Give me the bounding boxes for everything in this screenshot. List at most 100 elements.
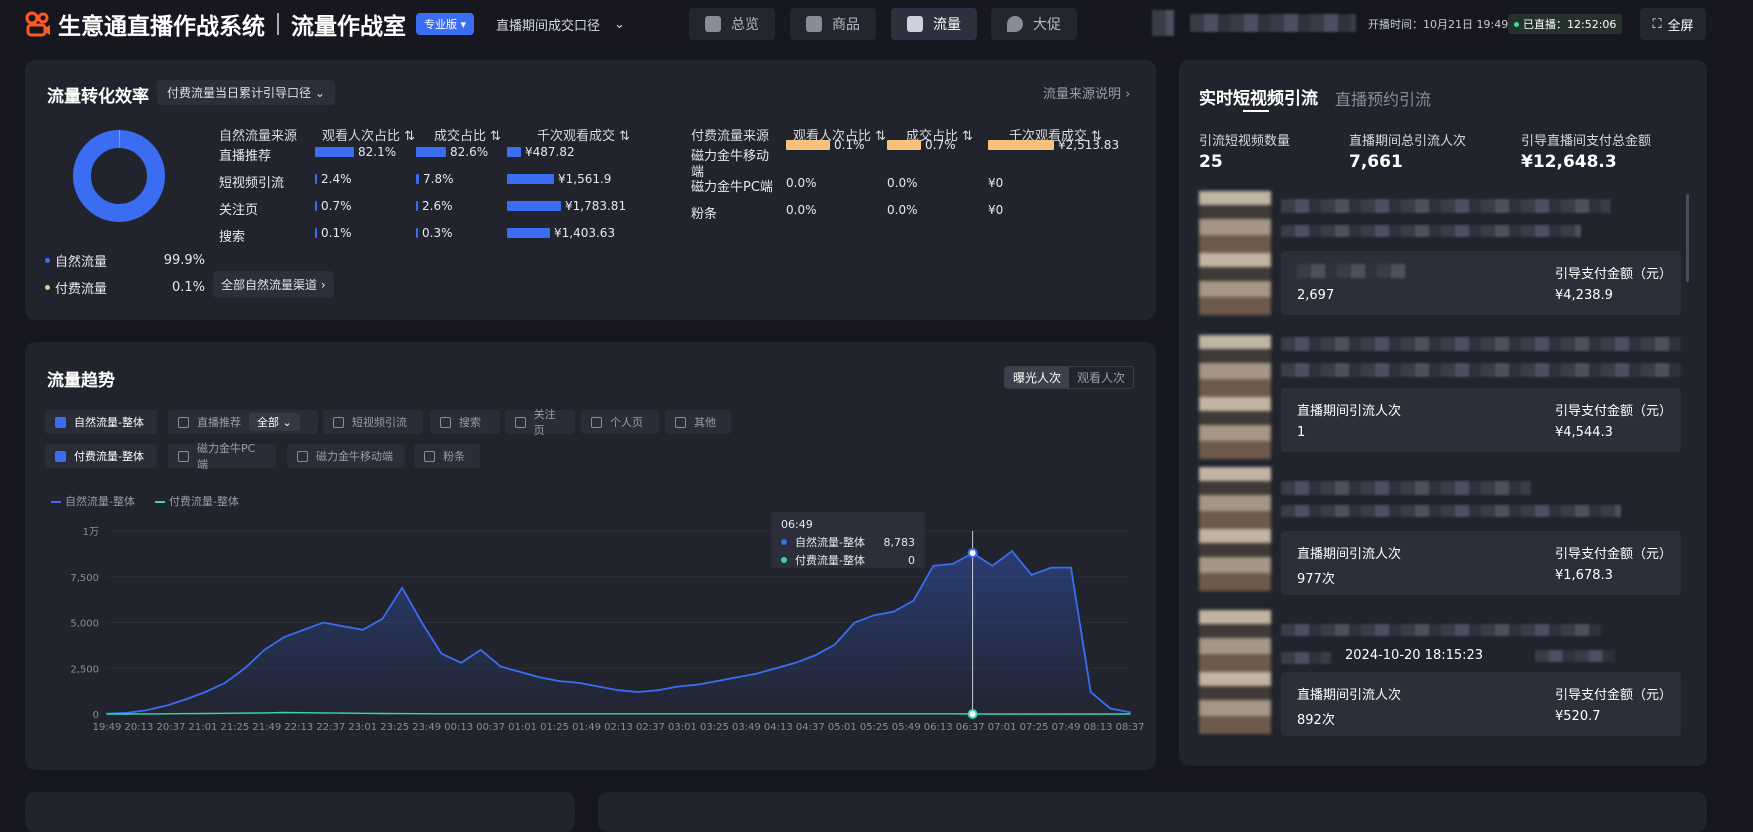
all-natural-channels-button[interactable]: 全部自然流量渠道 › bbox=[213, 271, 334, 298]
natural-col-source: 自然流量来源 bbox=[219, 129, 298, 144]
fire-icon bbox=[1007, 16, 1023, 32]
paid-data-point bbox=[106, 713, 108, 715]
tooltip-series: 自然流量-整体 bbox=[795, 536, 865, 549]
video-card-3[interactable]: 直播期间引流人次 977次 引导支付金额（元） ¥1,678.3 bbox=[1199, 467, 1683, 595]
bottom-panel-left bbox=[25, 792, 575, 832]
tab-products[interactable]: 商品 bbox=[790, 8, 876, 40]
kuaishou-logo-icon bbox=[25, 11, 50, 37]
brand: 生意通直播作战系统 流量作战室 专业版 ▾ 直播期间成交口径 ⌄ bbox=[24, 7, 625, 41]
sort-icon: ⇅ bbox=[619, 129, 631, 144]
bottom-panel-right bbox=[598, 792, 1707, 832]
video-title bbox=[1281, 624, 1601, 636]
legend-label: 自然流量 bbox=[55, 254, 108, 270]
checkbox-icon bbox=[178, 450, 189, 462]
edition-badge[interactable]: 专业版 ▾ bbox=[416, 13, 475, 35]
natural-col-gmv[interactable]: 千次观看成交 ⇅ bbox=[537, 125, 630, 144]
filter-dropdown[interactable]: 全部 ⌄ bbox=[249, 413, 300, 431]
filter-label: 其他 bbox=[694, 416, 716, 429]
fullscreen-button[interactable]: ⛶ 全屏 bbox=[1640, 8, 1706, 40]
paid-col-source: 付费流量来源 bbox=[691, 129, 770, 144]
gmv-bar bbox=[507, 174, 554, 184]
video-thumbnail bbox=[1199, 467, 1271, 591]
caliber-select[interactable]: 直播期间成交口径 ⌄ bbox=[496, 15, 625, 34]
natural-col-view[interactable]: 观看人次占比 ⇅ bbox=[322, 125, 415, 144]
filter-checkbox[interactable]: 磁力金牛移动端 bbox=[287, 444, 405, 468]
gmv-cell: ¥1,783.81 bbox=[507, 199, 626, 213]
paid-data-point bbox=[735, 713, 738, 715]
paid-data-point bbox=[440, 713, 443, 715]
video-card-2[interactable]: 直播期间引流人次 1 引导支付金额（元） ¥4,544.3 bbox=[1199, 335, 1683, 459]
natural-data-point bbox=[716, 680, 718, 682]
paid-data-point bbox=[716, 713, 718, 715]
natural-data-point bbox=[519, 671, 521, 673]
toggle-views[interactable]: 观看人次 bbox=[1069, 367, 1133, 388]
tab-promotion[interactable]: 大促 bbox=[991, 8, 1077, 40]
app-name: 生意通直播作战系统 bbox=[58, 14, 265, 40]
tooltip-value: 0 bbox=[908, 553, 915, 567]
filter-checkbox[interactable]: 磁力金牛PC端 bbox=[168, 442, 276, 471]
video-stats: 直播期间引流人次 977次 引导支付金额（元） ¥1,678.3 bbox=[1281, 531, 1681, 595]
paid-data-point bbox=[401, 712, 403, 715]
natural-data-point bbox=[912, 599, 915, 602]
filter-label: 磁力金牛PC端 bbox=[196, 442, 256, 471]
tab-reservation[interactable]: 直播预约引流 bbox=[1335, 86, 1431, 110]
fullscreen-label: 全屏 bbox=[1667, 18, 1694, 34]
natural-data-point bbox=[1011, 550, 1013, 552]
caliber-label: 直播期间成交口径 bbox=[496, 18, 601, 34]
filter-checkbox[interactable]: 搜索 bbox=[430, 410, 500, 434]
traffic-trend-chart[interactable]: 02,5005,0007,5001万19:49 20:13 20:37 21:01 21… bbox=[25, 512, 1156, 770]
tab-traffic[interactable]: 流量 bbox=[891, 8, 977, 40]
deal-value: 2.6% bbox=[422, 199, 453, 213]
y-tick-label: 7,500 bbox=[70, 573, 99, 584]
x-tick-label: 06:13 bbox=[924, 722, 953, 733]
traffic-donut-chart bbox=[73, 130, 165, 222]
source-note-link[interactable]: 流量来源说明 › bbox=[1043, 83, 1130, 102]
natural-data-point bbox=[460, 661, 462, 664]
stat-value: 977次 bbox=[1297, 572, 1335, 587]
view-value: 0.1% bbox=[321, 226, 352, 240]
legend-paid-series[interactable]: 付费流量-整体 bbox=[154, 493, 239, 509]
legend-natural-series[interactable]: 自然流量-整体 bbox=[51, 493, 135, 509]
filter-checkbox[interactable]: 付费流量-整体 bbox=[45, 444, 157, 468]
legend-series-label: 自然流量-整体 bbox=[65, 495, 135, 508]
video-stats: 直播期间引流人次 892次 引导支付金额（元） ¥520.7 bbox=[1281, 672, 1681, 736]
summary-value: 25 bbox=[1199, 152, 1223, 172]
filter-checkbox[interactable]: 粉条 bbox=[414, 444, 480, 468]
legend-paid: 付费流量 0.1% bbox=[45, 272, 205, 302]
tab-short-video[interactable]: 实时短视频引流 bbox=[1199, 84, 1318, 112]
stat-value: 2,697 bbox=[1297, 288, 1335, 303]
paid-data-point bbox=[794, 713, 797, 715]
scope-select[interactable]: 付费流量当日累计引导口径 ⌄ bbox=[157, 80, 335, 105]
x-tick-label: 04:37 bbox=[796, 722, 825, 733]
trend-panel: 流量趋势 曝光人次 观看人次 自然流量-整体 直播推荐 全部 ⌄ 短视频引流 搜索 关注页… bbox=[25, 342, 1156, 770]
x-tick-label: 22:37 bbox=[316, 722, 345, 733]
legend-value: 99.9% bbox=[163, 252, 205, 268]
stat-value: 1 bbox=[1297, 425, 1306, 440]
filter-checkbox[interactable]: 短视频引流 bbox=[323, 410, 423, 434]
filter-checkbox[interactable]: 其他 bbox=[665, 410, 731, 434]
bag-icon bbox=[806, 16, 822, 32]
tooltip-time: 06:49 bbox=[781, 518, 813, 531]
summary-label: 直播期间总引流人次 bbox=[1349, 134, 1467, 149]
filter-checkbox[interactable]: 自然流量-整体 bbox=[45, 410, 157, 434]
deal-value: 0.0% bbox=[887, 176, 918, 190]
trend-title: 流量趋势 bbox=[47, 371, 115, 391]
natural-data-point bbox=[479, 649, 482, 651]
tab-overview[interactable]: 总览 bbox=[689, 8, 775, 40]
video-list-scrollbar[interactable] bbox=[1686, 194, 1689, 282]
filter-checkbox[interactable]: 个人页 bbox=[581, 410, 659, 434]
video-card-4[interactable]: 2024-10-20 18:15:23 直播期间引流人次 892次 引导支付金额… bbox=[1199, 610, 1683, 736]
toggle-exposure[interactable]: 曝光人次 bbox=[1004, 367, 1069, 388]
natural-col-deal[interactable]: 成交占比 ⇅ bbox=[434, 125, 501, 144]
checkbox-icon bbox=[55, 416, 66, 428]
paid-data-point bbox=[1070, 713, 1072, 715]
view-cell: 0.1% bbox=[786, 138, 865, 152]
video-thumbnail bbox=[1199, 610, 1271, 734]
gmv-cell: ¥2,513.83 bbox=[988, 138, 1119, 152]
video-card-1[interactable]: 2,697 引导支付金额（元） ¥4,238.9 bbox=[1199, 191, 1683, 315]
stat-label: 引导支付金额（元） bbox=[1555, 547, 1673, 562]
filter-checkbox[interactable]: 关注页 bbox=[505, 408, 575, 437]
gmv-value: ¥1,783.81 bbox=[565, 199, 627, 213]
filter-checkbox[interactable]: 直播推荐 全部 ⌄ bbox=[168, 410, 318, 434]
natural-data-point bbox=[676, 685, 679, 688]
